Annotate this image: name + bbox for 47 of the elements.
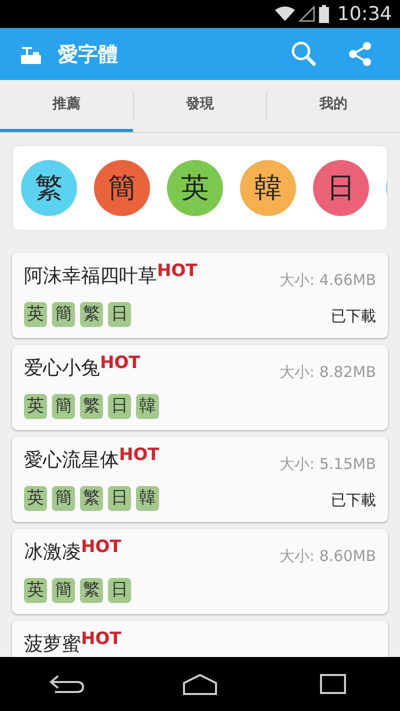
font-name: 愛心流星体	[24, 450, 119, 470]
font-name: 冰激凌	[24, 542, 81, 562]
font-name: 菠萝蜜	[24, 634, 81, 654]
back-icon	[48, 674, 85, 694]
language-tag: 韓	[136, 394, 159, 419]
tab[interactable]: 我的	[267, 80, 400, 132]
file-size: 大小: 4.66MB	[280, 270, 376, 291]
language-tag: 繁	[80, 302, 103, 327]
font-name: 爱心小兔	[24, 358, 100, 378]
downloaded-label: 已下載	[331, 490, 376, 510]
wifi-icon	[275, 6, 296, 22]
tab[interactable]: 推薦	[0, 80, 133, 132]
language-tag: 繁	[80, 394, 103, 419]
language-tag: 日	[108, 302, 131, 327]
language-tag: 簡	[52, 486, 75, 511]
font-name: 阿沫幸福四叶草	[24, 266, 157, 286]
language-tag: 繁	[80, 486, 103, 511]
home-icon	[182, 673, 218, 695]
search-icon	[291, 41, 317, 67]
tab[interactable]: 發現	[134, 80, 266, 132]
hot-label: HOT	[100, 352, 140, 375]
language-tag: 簡	[52, 578, 75, 603]
language-tag: 繁	[80, 578, 103, 603]
language-tag: 日	[108, 486, 131, 511]
file-size: 大小: 5.15MB	[280, 454, 376, 475]
file-size: 大小: 8.60MB	[280, 546, 376, 567]
share-icon	[347, 41, 373, 67]
language-tag: 英	[24, 394, 47, 419]
hot-label: HOT	[119, 444, 160, 467]
signal-icon	[299, 6, 316, 22]
language-tag: 英	[24, 486, 47, 511]
file-size: 大小: 8.82MB	[280, 362, 376, 383]
language-tag: 韓	[136, 486, 159, 511]
hot-label: HOT	[157, 260, 198, 283]
language-tag: 簡	[52, 394, 75, 419]
hot-label: HOT	[81, 628, 122, 651]
language-tag: 簡	[52, 302, 75, 327]
language-tag: 英	[24, 302, 47, 327]
language-tag: 日	[108, 394, 131, 419]
app-title: 愛字體	[58, 41, 118, 68]
language-tag: 日	[108, 578, 131, 603]
language-tag: 英	[24, 578, 47, 603]
downloaded-label: 已下載	[331, 306, 376, 326]
hot-label: HOT	[81, 536, 122, 559]
recents-icon	[319, 673, 348, 695]
battery-icon	[319, 5, 330, 23]
clock: 10:34	[337, 2, 392, 27]
